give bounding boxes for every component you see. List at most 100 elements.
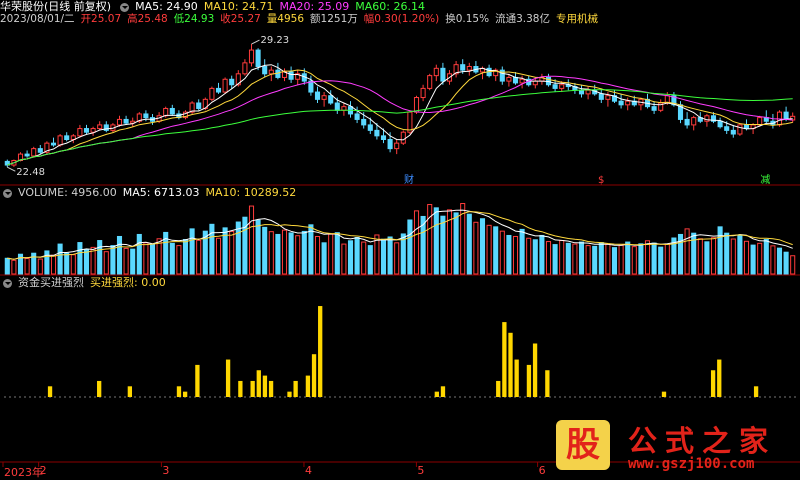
- candle-body: [625, 100, 631, 106]
- candle-body: [57, 135, 63, 146]
- volume-bar: [440, 215, 446, 275]
- volume-bar: [710, 237, 717, 275]
- volume-bar: [70, 254, 76, 275]
- candle-body: [222, 78, 228, 93]
- candle-body: [328, 95, 334, 104]
- candle-body: [413, 97, 420, 113]
- signal-bar: [195, 364, 200, 397]
- volume-bar: [605, 243, 611, 275]
- volume-bar: [11, 259, 17, 275]
- volume-bar: [790, 255, 796, 275]
- volume-bar: [572, 243, 578, 275]
- volume-bar: [394, 242, 400, 275]
- candle-body: [578, 89, 585, 95]
- volume-bar: [493, 226, 499, 275]
- chart-canvas[interactable]: 29.23 22.48 财 $ 减: [0, 0, 800, 478]
- quote-sector[interactable]: 专用机械: [556, 12, 598, 26]
- indicator-panel: [4, 306, 796, 398]
- volume-bar: [176, 245, 182, 275]
- signal-bar: [225, 359, 231, 397]
- candle-body: [380, 135, 387, 141]
- candle-body: [209, 87, 215, 100]
- date-tick-label: 6: [538, 464, 546, 477]
- volume-bar: [361, 241, 367, 275]
- candle-body: [519, 78, 525, 84]
- volume-bar: [526, 237, 532, 275]
- volume-bar: [255, 219, 261, 275]
- candle-body: [717, 120, 723, 128]
- volume-bar: [50, 254, 57, 275]
- volume-bar: [757, 242, 763, 275]
- volume-bar: [321, 242, 327, 275]
- quote-date: 2023/08/01/二: [0, 13, 75, 25]
- candle-body: [215, 87, 222, 93]
- candle-body: [354, 113, 360, 120]
- volume-bar: [275, 233, 281, 275]
- min-pointer: [7, 166, 16, 172]
- ma10-line: [7, 69, 793, 166]
- volume-bar: [770, 245, 776, 275]
- volume-settings-icon[interactable]: [3, 188, 12, 198]
- signal-bar: [440, 386, 446, 397]
- volume-bar: [539, 234, 545, 275]
- candle-body: [394, 142, 400, 150]
- candle-body: [790, 115, 796, 121]
- candle-body: [506, 76, 512, 82]
- volume-bar: [479, 218, 486, 275]
- volume-bar: [354, 236, 360, 275]
- volume-bar: [262, 226, 268, 275]
- indicator-name[interactable]: 资金买进强烈: [18, 276, 84, 290]
- candle-body: [321, 95, 327, 100]
- volume-bar: [664, 243, 670, 275]
- candle-body: [618, 100, 624, 106]
- volume-bar: [248, 205, 255, 275]
- quote-change: 幅0.30(1.20%): [363, 13, 440, 25]
- signal-bar: [250, 380, 255, 397]
- signal-bar: [710, 370, 716, 397]
- candle-body: [196, 102, 202, 109]
- quote-close: 收25.27: [220, 13, 261, 25]
- candle-body: [24, 153, 30, 157]
- candle-body: [737, 124, 743, 135]
- signal-bar: [97, 380, 102, 397]
- volume-bar: [413, 210, 420, 275]
- signal-bar: [268, 380, 274, 397]
- site-watermark: 股 公式之家 www.gszj100.com: [556, 416, 781, 474]
- volume-bar: [130, 248, 136, 275]
- volume-bar: [182, 239, 189, 275]
- candle-body: [440, 67, 446, 82]
- volume-bar: [651, 242, 657, 275]
- volume-bar: [433, 207, 439, 275]
- volume-bar: [288, 232, 294, 275]
- candle-body: [50, 142, 57, 146]
- signal-bar: [127, 386, 133, 397]
- stock-logo-icon: 股: [556, 420, 610, 470]
- volume-bar: [598, 242, 604, 275]
- volume-bar: [512, 235, 519, 275]
- volume-ma5: MA5: 6713.03: [122, 186, 200, 199]
- candle-body: [757, 117, 763, 126]
- candle-body: [169, 107, 175, 115]
- settings-dropdown-icon[interactable]: [120, 2, 130, 12]
- candle-body: [512, 76, 519, 84]
- volume-bar: [215, 237, 222, 275]
- volume-bar: [268, 231, 274, 275]
- volume-bar: [631, 246, 637, 275]
- volume-bar: [189, 228, 195, 275]
- volume-bar: [737, 234, 743, 275]
- signal-bar: [717, 359, 722, 397]
- signal-bar: [545, 370, 550, 397]
- indicator-settings-icon[interactable]: [3, 278, 12, 288]
- max-pointer: [251, 39, 260, 45]
- moving-average-lines: 29.23 22.48 财 $ 减: [7, 35, 793, 186]
- volume-bar: [565, 242, 571, 275]
- volume-bar: [724, 232, 730, 275]
- volume-bar: [314, 235, 321, 275]
- candle-body: [743, 124, 750, 130]
- volume-bar: [136, 233, 142, 275]
- volume-bar: [149, 243, 156, 275]
- candle-body: [123, 118, 129, 124]
- volume-value[interactable]: VOLUME: 4956.00: [18, 186, 117, 200]
- candle-body: [730, 129, 736, 135]
- candle-body: [143, 113, 149, 119]
